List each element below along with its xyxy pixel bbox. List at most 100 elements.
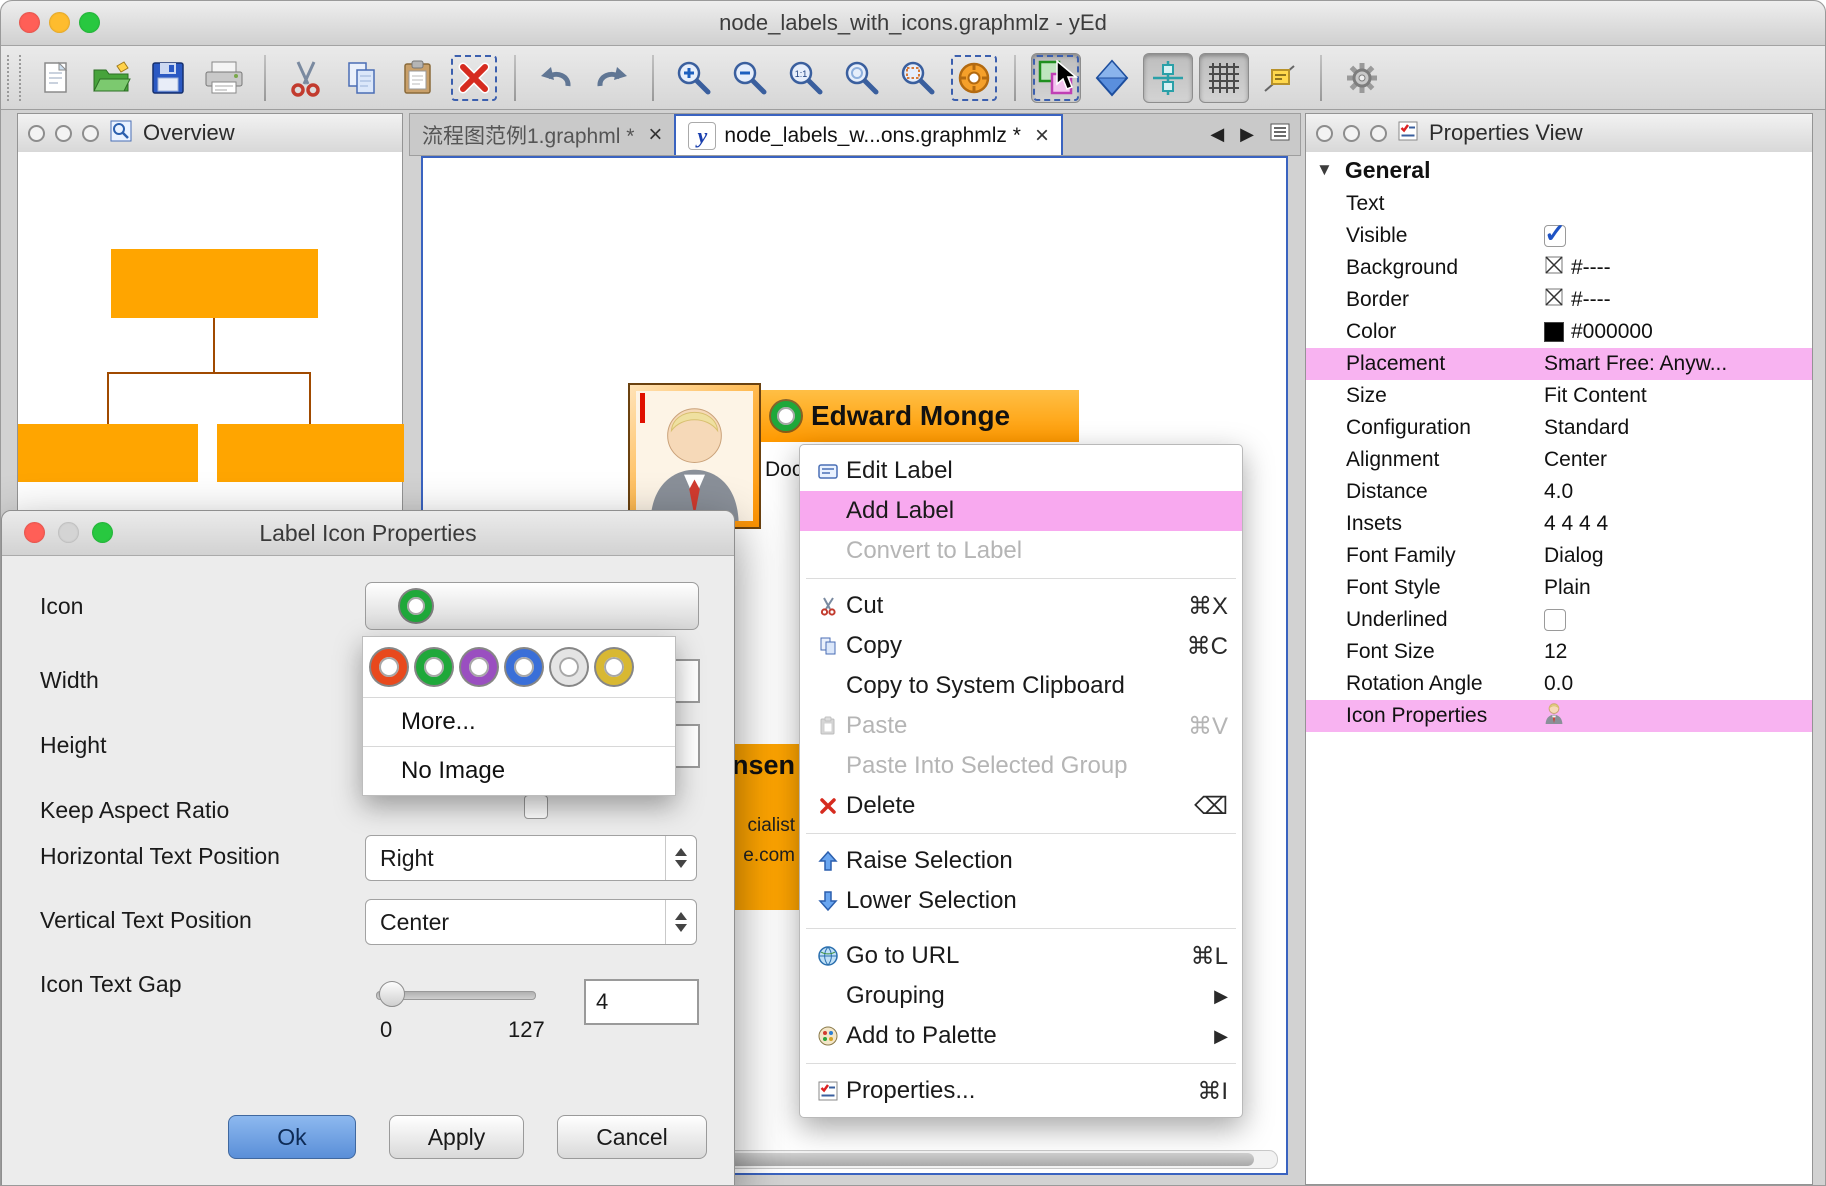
ok-button[interactable]: Ok <box>228 1115 356 1159</box>
property-value[interactable]: #---- <box>1544 255 1812 281</box>
property-value[interactable]: 0.0 <box>1544 672 1812 696</box>
undo-button[interactable] <box>531 53 581 103</box>
icon-text-gap-input[interactable]: 4 <box>584 979 699 1025</box>
settings-gear-button[interactable] <box>1337 53 1387 103</box>
person-icon[interactable] <box>1544 702 1564 730</box>
menu-item-go-to-url[interactable]: Go to URL⌘L <box>800 936 1242 976</box>
checkbox-checked-icon[interactable]: ✓ <box>1544 225 1566 247</box>
swatch-green-ring-icon[interactable] <box>416 649 452 685</box>
properties-panel-button-3[interactable] <box>1370 125 1387 142</box>
menu-item-edit-label[interactable]: Edit Label <box>800 451 1242 491</box>
property-value[interactable]: Standard <box>1544 416 1812 440</box>
menu-item-grouping[interactable]: Grouping▶ <box>800 976 1242 1016</box>
property-value[interactable]: ✓ <box>1544 225 1812 247</box>
property-value[interactable] <box>1544 702 1812 730</box>
property-value[interactable]: #---- <box>1544 287 1812 313</box>
swatch-white-ring-icon[interactable] <box>551 649 587 685</box>
no-image-option[interactable]: No Image <box>363 747 675 795</box>
menu-item-label: Edit Label <box>846 457 1228 485</box>
person-node[interactable] <box>628 383 761 529</box>
vertical-text-position-select[interactable]: Center <box>365 899 697 945</box>
menu-item-delete[interactable]: Delete⌫ <box>800 786 1242 826</box>
tab-next-icon[interactable]: ▶ <box>1240 124 1254 145</box>
tab-prev-icon[interactable]: ◀ <box>1210 124 1224 145</box>
property-value[interactable]: Dialog <box>1544 544 1812 568</box>
property-name: Background <box>1306 256 1544 280</box>
apply-button[interactable]: Apply <box>389 1115 524 1159</box>
slider-thumb[interactable] <box>379 981 405 1007</box>
color-swatch-icon[interactable] <box>1544 322 1564 342</box>
properties-panel-button-2[interactable] <box>1343 125 1360 142</box>
tab-close-icon[interactable]: × <box>1035 122 1049 150</box>
open-folder-button[interactable] <box>87 53 137 103</box>
fit-content-button[interactable] <box>949 53 999 103</box>
property-value[interactable]: Smart Free: Anyw... <box>1544 352 1812 376</box>
save-button[interactable] <box>143 53 193 103</box>
edit-mode-button[interactable] <box>1031 53 1081 103</box>
paste-button[interactable] <box>393 53 443 103</box>
menu-item-raise-selection[interactable]: Raise Selection <box>800 841 1242 881</box>
toolbar-separator <box>514 55 516 101</box>
tab-list-icon[interactable] <box>1270 123 1290 146</box>
toolbar-separator <box>652 55 654 101</box>
property-value[interactable]: 12 <box>1544 640 1812 664</box>
swatch-blue-ring-icon[interactable] <box>506 649 542 685</box>
more-images-option[interactable]: More... <box>363 698 675 746</box>
no-color-icon[interactable] <box>1544 287 1564 313</box>
swatch-orange-ring-icon[interactable] <box>371 649 407 685</box>
swatch-purple-ring-icon[interactable] <box>461 649 497 685</box>
properties-general-section[interactable]: ▼ General <box>1306 152 1812 188</box>
swatch-yellow-ring-icon[interactable] <box>596 649 632 685</box>
menu-item-copy-to-system-clipboard[interactable]: Copy to System Clipboard <box>800 666 1242 706</box>
menu-item-cut[interactable]: Cut⌘X <box>800 586 1242 626</box>
menu-item-lower-selection[interactable]: Lower Selection <box>800 881 1242 921</box>
vertical-text-position-label: Vertical Text Position <box>40 907 252 934</box>
property-row-rotation-angle: Rotation Angle0.0 <box>1306 668 1812 700</box>
property-value[interactable]: #000000 <box>1544 320 1812 344</box>
zoom-actual-button[interactable]: 1:1 <box>781 53 831 103</box>
overview-panel-button-1[interactable] <box>28 125 45 142</box>
zoom-selection-button[interactable] <box>893 53 943 103</box>
tab-flowchart-example[interactable]: 流程图范例1.graphml * × <box>410 114 674 155</box>
tab-close-icon[interactable]: × <box>648 121 662 149</box>
submenu-arrow-icon: ▶ <box>1214 1026 1228 1047</box>
navigate-button[interactable] <box>1087 53 1137 103</box>
property-value[interactable]: 4.0 <box>1544 480 1812 504</box>
menu-item-copy[interactable]: Copy⌘C <box>800 626 1242 666</box>
property-value[interactable]: Fit Content <box>1544 384 1812 408</box>
horizontal-text-position-select[interactable]: Right <box>365 835 697 881</box>
no-color-icon[interactable] <box>1544 255 1564 281</box>
icon-text-gap-slider[interactable] <box>376 991 536 1000</box>
property-value[interactable]: Center <box>1544 448 1812 472</box>
cancel-button[interactable]: Cancel <box>557 1115 707 1159</box>
overview-panel-button-3[interactable] <box>82 125 99 142</box>
copy-button[interactable] <box>337 53 387 103</box>
new-document-button[interactable] <box>31 53 81 103</box>
menu-item-properties[interactable]: Properties...⌘I <box>800 1071 1242 1111</box>
zoom-fit-button[interactable] <box>837 53 887 103</box>
overview-panel-button-2[interactable] <box>55 125 72 142</box>
zoom-out-button[interactable] <box>725 53 775 103</box>
node-label-edward-monge[interactable]: Edward Monge <box>761 390 1079 442</box>
property-value[interactable]: 4 4 4 4 <box>1544 512 1812 536</box>
menu-item-add-label[interactable]: Add Label <box>800 491 1242 531</box>
checkbox-unchecked-icon[interactable] <box>1544 609 1566 631</box>
grid-button[interactable] <box>1199 53 1249 103</box>
keep-aspect-ratio-checkbox[interactable] <box>524 795 548 819</box>
property-value[interactable]: Plain <box>1544 576 1812 600</box>
properties-panel-button-1[interactable] <box>1316 125 1333 142</box>
disclosure-triangle-icon[interactable]: ▼ <box>1316 160 1333 180</box>
zoom-in-button[interactable] <box>669 53 719 103</box>
cut-button[interactable] <box>281 53 331 103</box>
redo-button[interactable] <box>587 53 637 103</box>
menu-item-add-to-palette[interactable]: Add to Palette▶ <box>800 1016 1242 1056</box>
toolbar-drag-handle[interactable] <box>7 55 21 101</box>
delete-button[interactable] <box>449 53 499 103</box>
property-value[interactable] <box>1544 609 1812 631</box>
edge-label-tool-button[interactable] <box>1255 53 1305 103</box>
snap-lines-button[interactable] <box>1143 53 1193 103</box>
property-row-icon-properties: Icon Properties <box>1306 700 1812 732</box>
icon-picker-button[interactable] <box>365 582 699 630</box>
print-button[interactable] <box>199 53 249 103</box>
tab-node-labels-with-icons[interactable]: y node_labels_w...ons.graphmlz * × <box>674 114 1063 155</box>
